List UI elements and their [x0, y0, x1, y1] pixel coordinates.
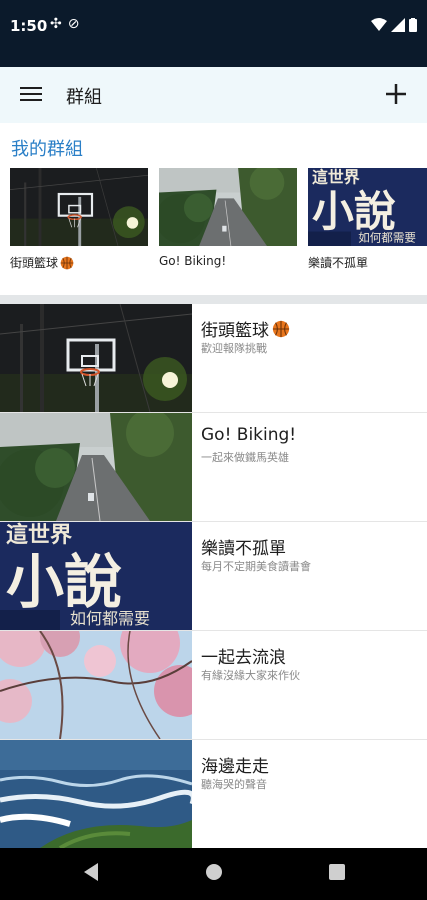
home-icon[interactable]	[204, 862, 224, 882]
status-left-icons: ✣ ⊘	[50, 16, 79, 32]
group-subtitle: 歡迎報隊挑戰	[201, 342, 267, 355]
group-subtitle: 每月不定期美食讀書會	[201, 560, 311, 573]
menu-icon-line	[20, 87, 42, 89]
menu-icon-line	[20, 93, 42, 95]
back-icon[interactable]	[82, 862, 100, 882]
page-title: 群組	[66, 87, 102, 108]
group-card-label: Go! Biking!	[159, 254, 227, 268]
group-title-wrap: 街頭籃球	[201, 316, 290, 341]
group-card-label-wrap: 街頭籃球	[10, 254, 148, 271]
status-bar: 1:50 ✣ ⊘	[0, 0, 427, 67]
status-time: 1:50	[10, 17, 48, 35]
basketball-icon	[272, 320, 290, 338]
group-card[interactable]: Go! Biking!	[159, 168, 297, 268]
group-thumbnail	[0, 522, 192, 630]
group-title: 街頭籃球	[201, 321, 269, 341]
group-thumbnail	[0, 413, 192, 521]
menu-icon-line	[20, 99, 42, 101]
group-title: Go! Biking!	[201, 425, 297, 445]
menu-button[interactable]	[18, 83, 44, 107]
group-card[interactable]: 樂讀不孤單	[308, 168, 427, 271]
list-item[interactable]: Go! Biking! 一起來做鐵馬英雄	[0, 413, 427, 522]
status-right-icons	[371, 18, 417, 32]
list-item[interactable]: 一起去流浪 有緣沒緣大家來作伙	[0, 631, 427, 740]
group-title: 樂讀不孤單	[201, 539, 286, 559]
add-icon[interactable]	[381, 79, 411, 109]
no-disturb-icon: ⊘	[67, 16, 80, 32]
battery-icon	[409, 18, 417, 32]
group-card-label-wrap: 樂讀不孤單	[308, 254, 427, 271]
group-card-label: 樂讀不孤單	[308, 256, 369, 270]
group-title: 海邊走走	[201, 757, 269, 777]
list-item[interactable]: 街頭籃球 歡迎報隊挑戰	[0, 304, 427, 413]
group-thumbnail	[308, 168, 427, 246]
group-thumbnail	[159, 168, 297, 246]
group-thumbnail	[0, 304, 192, 412]
list-item[interactable]: 樂讀不孤單 每月不定期美食讀書會	[0, 522, 427, 631]
system-nav-bar	[0, 848, 427, 900]
my-groups-title: 我的群組	[11, 139, 83, 160]
group-subtitle: 聽海哭的聲音	[201, 778, 267, 791]
group-thumbnail	[10, 168, 148, 246]
group-subtitle: 有緣沒緣大家來作伙	[201, 669, 300, 682]
signal-icon	[391, 18, 405, 32]
group-thumbnail	[0, 740, 192, 848]
recents-icon[interactable]	[328, 862, 346, 882]
app-bar: 群組	[0, 67, 427, 123]
fan-icon: ✣	[50, 16, 62, 32]
group-card[interactable]: 街頭籃球	[10, 168, 148, 271]
group-subtitle: 一起來做鐵馬英雄	[201, 451, 289, 464]
wifi-icon	[371, 18, 387, 31]
my-groups-carousel[interactable]: 街頭籃球 Go! Biking! 樂讀不孤單	[0, 168, 427, 278]
group-card-label-wrap: Go! Biking!	[159, 254, 297, 268]
group-card-label: 街頭籃球	[10, 256, 59, 270]
group-list: 街頭籃球 歡迎報隊挑戰 Go! Biking! 一起來做鐵馬英雄 樂讀不孤單 每…	[0, 304, 427, 849]
basketball-icon	[60, 256, 74, 270]
group-thumbnail	[0, 631, 192, 739]
list-item[interactable]: 海邊走走 聽海哭的聲音	[0, 740, 427, 849]
section-divider	[0, 295, 427, 304]
group-title: 一起去流浪	[201, 648, 286, 668]
